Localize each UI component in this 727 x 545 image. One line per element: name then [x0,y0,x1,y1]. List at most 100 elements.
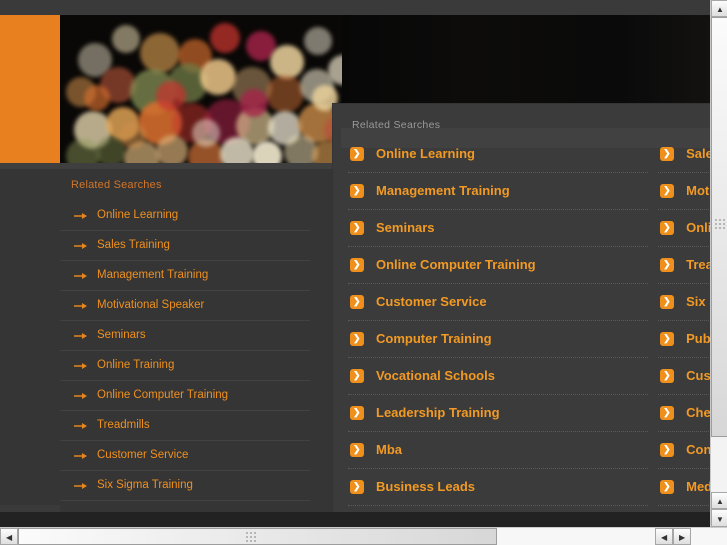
overlay-left-item-0[interactable]: Online Learning [348,136,649,173]
scroll-down-arrow-icon: ▼ [716,515,724,524]
overlay-right-item-9[interactable]: Medical Assistant [658,469,710,506]
overlay-right-item-5[interactable]: Public Speaking [658,321,710,358]
chevron-right-icon [660,404,675,420]
overlay-left-item-3[interactable]: Online Computer Training [348,247,649,284]
overlay-left-item-1[interactable]: Management Training [348,173,649,210]
overlay-left-item-8[interactable]: Mba [348,432,649,469]
sidebar-item-label: Sales Training [97,239,170,251]
chevron-right-icon [660,367,675,383]
chevron-right-icon [350,145,364,161]
scroll-up-arrow-icon-secondary: ▲ [716,497,724,506]
arrow-bullet-icon [74,483,87,489]
overlay-item-label: Treadmills [686,257,710,272]
overlay-left-item-4[interactable]: Customer Service [348,284,649,321]
arrow-bullet-icon [74,213,87,219]
bokeh-circle [210,23,240,53]
overlay-item-label: Business Leads [376,479,475,494]
arrow-bullet-icon [74,453,87,459]
chevron-right-icon [350,293,364,309]
sidebar-item-6[interactable]: Online Computer Training [60,381,310,411]
scroll-up-arrow-icon: ▲ [716,5,724,14]
related-searches-overlay: Related Searches Online Learning Manageme… [333,104,710,516]
overlay-item-label: Computer Training [376,331,492,346]
sidebar-item-label: Six Sigma Training [97,479,193,491]
sidebar-item-label: Online Learning [97,209,179,221]
vertical-scroll-thumb[interactable] [711,17,727,437]
overlay-left-item-6[interactable]: Vocational Schools [348,358,649,395]
scroll-right-button[interactable]: ▶ [673,528,691,545]
overlay-right-item-0[interactable]: Sales Training [658,136,710,173]
bokeh-circle [156,135,188,163]
chevron-right-icon [660,182,675,198]
scroll-thumb-grip-icon [715,219,725,229]
bokeh-circle [112,25,140,53]
vertical-scrollbar[interactable]: ▲ ▲ ▼ [710,0,727,527]
scroll-left-button-secondary[interactable]: ◀ [655,528,673,545]
sidebar-item-label: Online Training [97,359,175,371]
scroll-up-button-secondary[interactable]: ▲ [711,492,727,509]
bokeh-circle [220,137,254,163]
overlay-right-item-7[interactable]: Chevrolet [658,395,710,432]
sidebar-item-8[interactable]: Customer Service [60,441,310,471]
arrow-bullet-icon [74,243,87,249]
chevron-right-icon [350,367,364,383]
sidebar-item-label: Management Training [97,269,209,281]
sidebar-item-0[interactable]: Online Learning [60,201,310,231]
scroll-left-arrow-icon-secondary: ◀ [661,533,668,542]
bokeh-circle [192,119,220,147]
chevron-right-icon [660,330,675,346]
bokeh-circle [270,45,304,79]
arrow-bullet-icon [74,303,87,309]
page-canvas: Related Searches Online Learning Sales Tr… [0,0,710,527]
overlay-item-label: Chevrolet [686,405,710,420]
overlay-item-label: Motivational Speaker [686,183,710,198]
sidebar-item-7[interactable]: Treadmills [60,411,310,441]
overlay-left-item-5[interactable]: Computer Training [348,321,649,358]
overlay-right-item-3[interactable]: Treadmills [658,247,710,284]
sidebar-item-5[interactable]: Online Training [60,351,310,381]
scroll-left-arrow-icon: ◀ [6,533,13,542]
overlay-right-item-2[interactable]: Online Training [658,210,710,247]
scroll-left-button[interactable]: ◀ [0,528,18,545]
top-strip [0,0,710,15]
sidebar-item-4[interactable]: Seminars [60,321,310,351]
sidebar-item-label: Customer Service [97,449,189,461]
sidebar-item-label: Seminars [97,329,146,341]
overlay-right-item-1[interactable]: Motivational Speaker [658,173,710,210]
sidebar-list: Online Learning Sales Training Management … [60,201,310,501]
bokeh-circle [84,85,110,111]
horizontal-scroll-thumb[interactable] [18,528,497,545]
overlay-left-item-9[interactable]: Business Leads [348,469,649,506]
chevron-right-icon [350,219,364,235]
scroll-down-button[interactable]: ▼ [711,509,727,527]
arrow-bullet-icon [74,423,87,429]
overlay-item-label: Online Computer Training [376,257,536,272]
overlay-right-item-4[interactable]: Six Sigma Training [658,284,710,321]
sidebar-title: Related Searches [71,179,162,191]
arrow-bullet-icon [74,393,87,399]
sidebar-related-searches: Related Searches Online Learning Sales Tr… [60,175,310,501]
overlay-left-item-7[interactable]: Leadership Training [348,395,649,432]
bokeh-circle [252,141,282,163]
overlay-right-item-8[interactable]: Continuing Education [658,432,710,469]
sidebar-item-9[interactable]: Six Sigma Training [60,471,310,501]
overlay-item-label: Six Sigma Training [686,294,710,309]
horizontal-scrollbar[interactable]: ◀ ◀ ▶ [0,527,727,545]
overlay-title: Related Searches [352,119,441,131]
overlay-item-label: Medical Assistant [686,479,710,494]
chevron-right-icon [350,256,364,272]
chevron-right-icon [660,256,675,272]
sidebar-item-1[interactable]: Sales Training [60,231,310,261]
overlay-item-label: Public Speaking [686,331,710,346]
scroll-up-button[interactable]: ▲ [711,0,727,17]
overlay-item-label: Online Learning [376,146,475,161]
bokeh-circle [120,123,146,149]
overlay-left-item-2[interactable]: Seminars [348,210,649,247]
chevron-right-icon [660,293,675,309]
overlay-item-label: Seminars [376,220,435,235]
sidebar-item-2[interactable]: Management Training [60,261,310,291]
arrow-bullet-icon [74,333,87,339]
sidebar-item-3[interactable]: Motivational Speaker [60,291,310,321]
arrow-bullet-icon [74,273,87,279]
overlay-right-item-6[interactable]: Customer Service [658,358,710,395]
